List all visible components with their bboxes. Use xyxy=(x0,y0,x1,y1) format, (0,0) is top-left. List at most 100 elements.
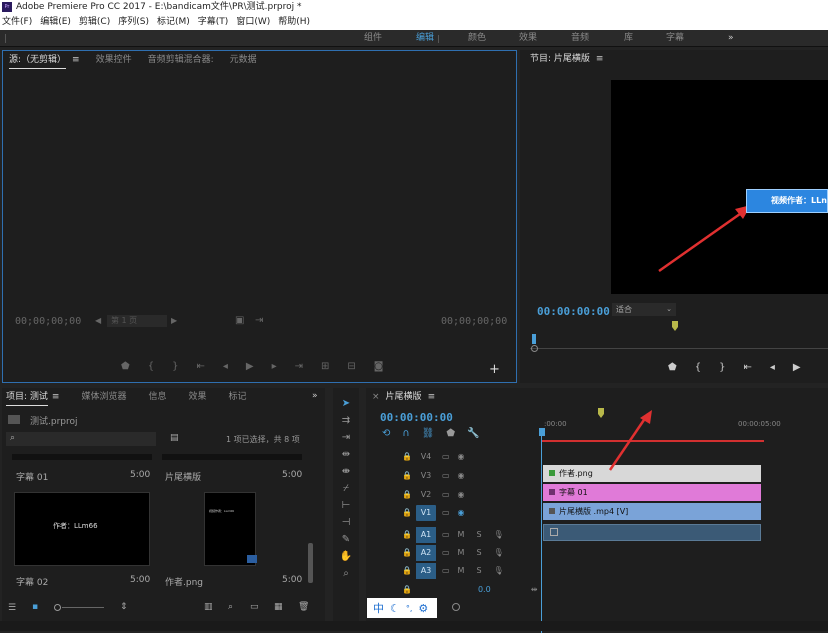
panel-menu-icon[interactable]: ≡ xyxy=(596,50,604,68)
tab-sequence[interactable]: 片尾横版 xyxy=(386,388,422,406)
mark-in-icon[interactable]: { xyxy=(695,362,701,373)
track-target-a3[interactable]: A3 xyxy=(415,562,436,579)
track-target-a1[interactable]: A1 xyxy=(415,526,436,543)
pen-tool-icon[interactable]: ✎ xyxy=(342,534,350,545)
project-item-name[interactable]: 片尾横版 xyxy=(165,470,201,483)
zoom-slider[interactable] xyxy=(62,607,104,608)
caption-text-box[interactable]: 视频作者：LLn xyxy=(746,189,828,213)
track-target-v1[interactable]: V1 xyxy=(415,504,436,521)
insert-icon[interactable]: ⊞ xyxy=(321,361,329,372)
sync-lock-icon[interactable]: ▭ xyxy=(442,508,450,517)
linked-selection-icon[interactable]: ⛓ xyxy=(422,428,435,439)
master-volume[interactable]: 0.0 xyxy=(478,585,491,594)
tab-program[interactable]: 节目: 片尾横版 xyxy=(530,50,590,68)
nest-icon[interactable]: ⟲ xyxy=(382,428,390,439)
new-bin-icon[interactable]: ▭ xyxy=(250,602,259,612)
zoom-tool-icon[interactable]: ⌕ xyxy=(343,568,349,579)
lock-icon[interactable]: 🔒 xyxy=(402,452,412,461)
lock-icon[interactable]: 🔒 xyxy=(402,530,412,539)
page-select[interactable]: 第 1 页 xyxy=(107,315,167,327)
tab-source[interactable]: 源:（无剪辑） xyxy=(9,51,67,69)
add-marker-icon[interactable]: ⬟ xyxy=(446,428,455,439)
project-item-thumbnail[interactable]: 视频作者：LLm66 xyxy=(204,492,257,566)
menu-clip[interactable]: 剪辑(C) xyxy=(79,15,110,30)
tab-project[interactable]: 项目: 测试 xyxy=(6,388,48,406)
slide-tool-icon[interactable]: ⊣ xyxy=(342,517,351,528)
go-to-in-icon[interactable]: ⇤ xyxy=(196,361,204,372)
mark-in-icon[interactable]: { xyxy=(148,361,154,372)
ime-mode-label[interactable]: 中 xyxy=(373,600,384,616)
workspace-tab-effects[interactable]: 效果 xyxy=(519,30,537,47)
menu-sequence[interactable]: 序列(S) xyxy=(118,15,149,30)
solo-button[interactable]: S xyxy=(476,548,481,557)
sync-lock-icon[interactable]: ▭ xyxy=(442,471,450,480)
workspace-tab-libraries[interactable]: 库 xyxy=(624,30,633,47)
program-timecode[interactable]: 00:00:00:00 xyxy=(537,305,610,318)
tab-effect-controls[interactable]: 效果控件 xyxy=(96,51,132,69)
automate-icon[interactable]: ▥ xyxy=(204,602,213,612)
page-prev-icon[interactable]: ◀ xyxy=(95,316,101,325)
new-bin-from-search-icon[interactable]: ▤ xyxy=(170,433,179,443)
razor-tool-icon[interactable]: ⌿ xyxy=(343,483,349,494)
lock-icon[interactable]: 🔒 xyxy=(402,490,412,499)
mark-out-icon[interactable]: } xyxy=(172,361,178,372)
panel-menu-icon[interactable]: ≡ xyxy=(72,51,80,69)
project-item-name[interactable]: 作者.png xyxy=(165,575,203,588)
punctuation-icon[interactable]: °, xyxy=(406,604,413,613)
sync-lock-icon[interactable]: ▭ xyxy=(442,530,450,539)
menu-help[interactable]: 帮助(H) xyxy=(278,15,310,30)
project-search-input[interactable]: ⌕ xyxy=(6,432,156,446)
hand-tool-icon[interactable]: ✋ xyxy=(340,551,352,562)
sync-lock-icon[interactable]: ▭ xyxy=(442,548,450,557)
workspace-tab-titles[interactable]: 字幕 xyxy=(666,30,684,47)
find-icon[interactable]: ⌕ xyxy=(228,602,233,612)
microphone-icon[interactable]: 🎙 xyxy=(494,566,504,575)
sync-lock-icon[interactable]: ▭ xyxy=(442,452,450,461)
tab-metadata[interactable]: 元数据 xyxy=(230,51,257,69)
icon-view-icon[interactable]: ▪ xyxy=(32,602,38,612)
workspace-tab-color[interactable]: 颜色 xyxy=(468,30,486,47)
trash-icon[interactable]: 🗑 xyxy=(298,602,309,612)
add-marker-icon[interactable]: ⬟ xyxy=(121,361,130,372)
mark-out-icon[interactable]: } xyxy=(719,362,725,373)
track-target-a2[interactable]: A2 xyxy=(415,544,436,561)
tab-audio-clip-mixer[interactable]: 音频剪辑混合器: xyxy=(148,51,214,69)
clip-v1[interactable]: 片尾横版 .mp4 [V] xyxy=(543,503,761,520)
fit-dropdown[interactable]: 适合 ⌄ xyxy=(612,303,676,316)
tab-info[interactable]: 信息 xyxy=(148,388,166,406)
workspace-tab-editing[interactable]: 编辑 xyxy=(416,30,434,47)
add-marker-icon[interactable]: ⬟ xyxy=(668,362,677,373)
go-to-end-icon[interactable]: ⇹ xyxy=(531,585,538,594)
panel-menu-icon[interactable]: ≡ xyxy=(52,388,60,406)
page-next-icon[interactable]: ▶ xyxy=(171,316,177,325)
go-to-out-icon[interactable]: ⇥ xyxy=(295,361,303,372)
ripple-edit-tool-icon[interactable]: ⇥ xyxy=(342,432,350,443)
wrench-icon[interactable]: 🔧 xyxy=(467,428,479,439)
settings-icon[interactable]: ⇥ xyxy=(255,315,263,326)
rate-stretch-tool-icon[interactable]: ⇼ xyxy=(342,466,350,477)
moon-icon[interactable]: ☾ xyxy=(390,602,400,615)
sync-lock-icon[interactable]: ▭ xyxy=(442,566,450,575)
lock-icon[interactable]: 🔒 xyxy=(402,508,412,517)
zoom-slider-handle[interactable] xyxy=(54,604,61,611)
panel-menu-icon[interactable]: ≡ xyxy=(428,388,436,406)
tab-effects[interactable]: 效果 xyxy=(188,388,206,406)
menu-marker[interactable]: 标记(M) xyxy=(157,15,190,30)
mute-button[interactable]: M xyxy=(458,530,465,539)
gear-icon[interactable]: ⚙ xyxy=(418,602,428,615)
close-icon[interactable]: × xyxy=(372,388,380,406)
clip-v2[interactable]: 字幕 01 xyxy=(543,484,761,501)
zoom-handle-icon[interactable] xyxy=(531,345,538,352)
slip-tool-icon[interactable]: ⊢ xyxy=(342,500,351,511)
tab-media-browser[interactable]: 媒体浏览器 xyxy=(81,388,126,406)
list-view-icon[interactable]: ☰ xyxy=(8,603,16,613)
workspace-more-button[interactable]: » xyxy=(728,30,734,47)
lock-icon[interactable]: 🔒 xyxy=(402,585,412,594)
go-to-in-icon[interactable]: ⇤ xyxy=(743,362,751,373)
project-scrollbar[interactable] xyxy=(308,543,313,583)
mute-button[interactable]: M xyxy=(458,566,465,575)
snap-icon[interactable]: ∩ xyxy=(402,428,409,439)
menu-edit[interactable]: 编辑(E) xyxy=(40,15,71,30)
solo-button[interactable]: S xyxy=(476,530,481,539)
workspace-tab-assembly[interactable]: 组件 xyxy=(364,30,382,47)
